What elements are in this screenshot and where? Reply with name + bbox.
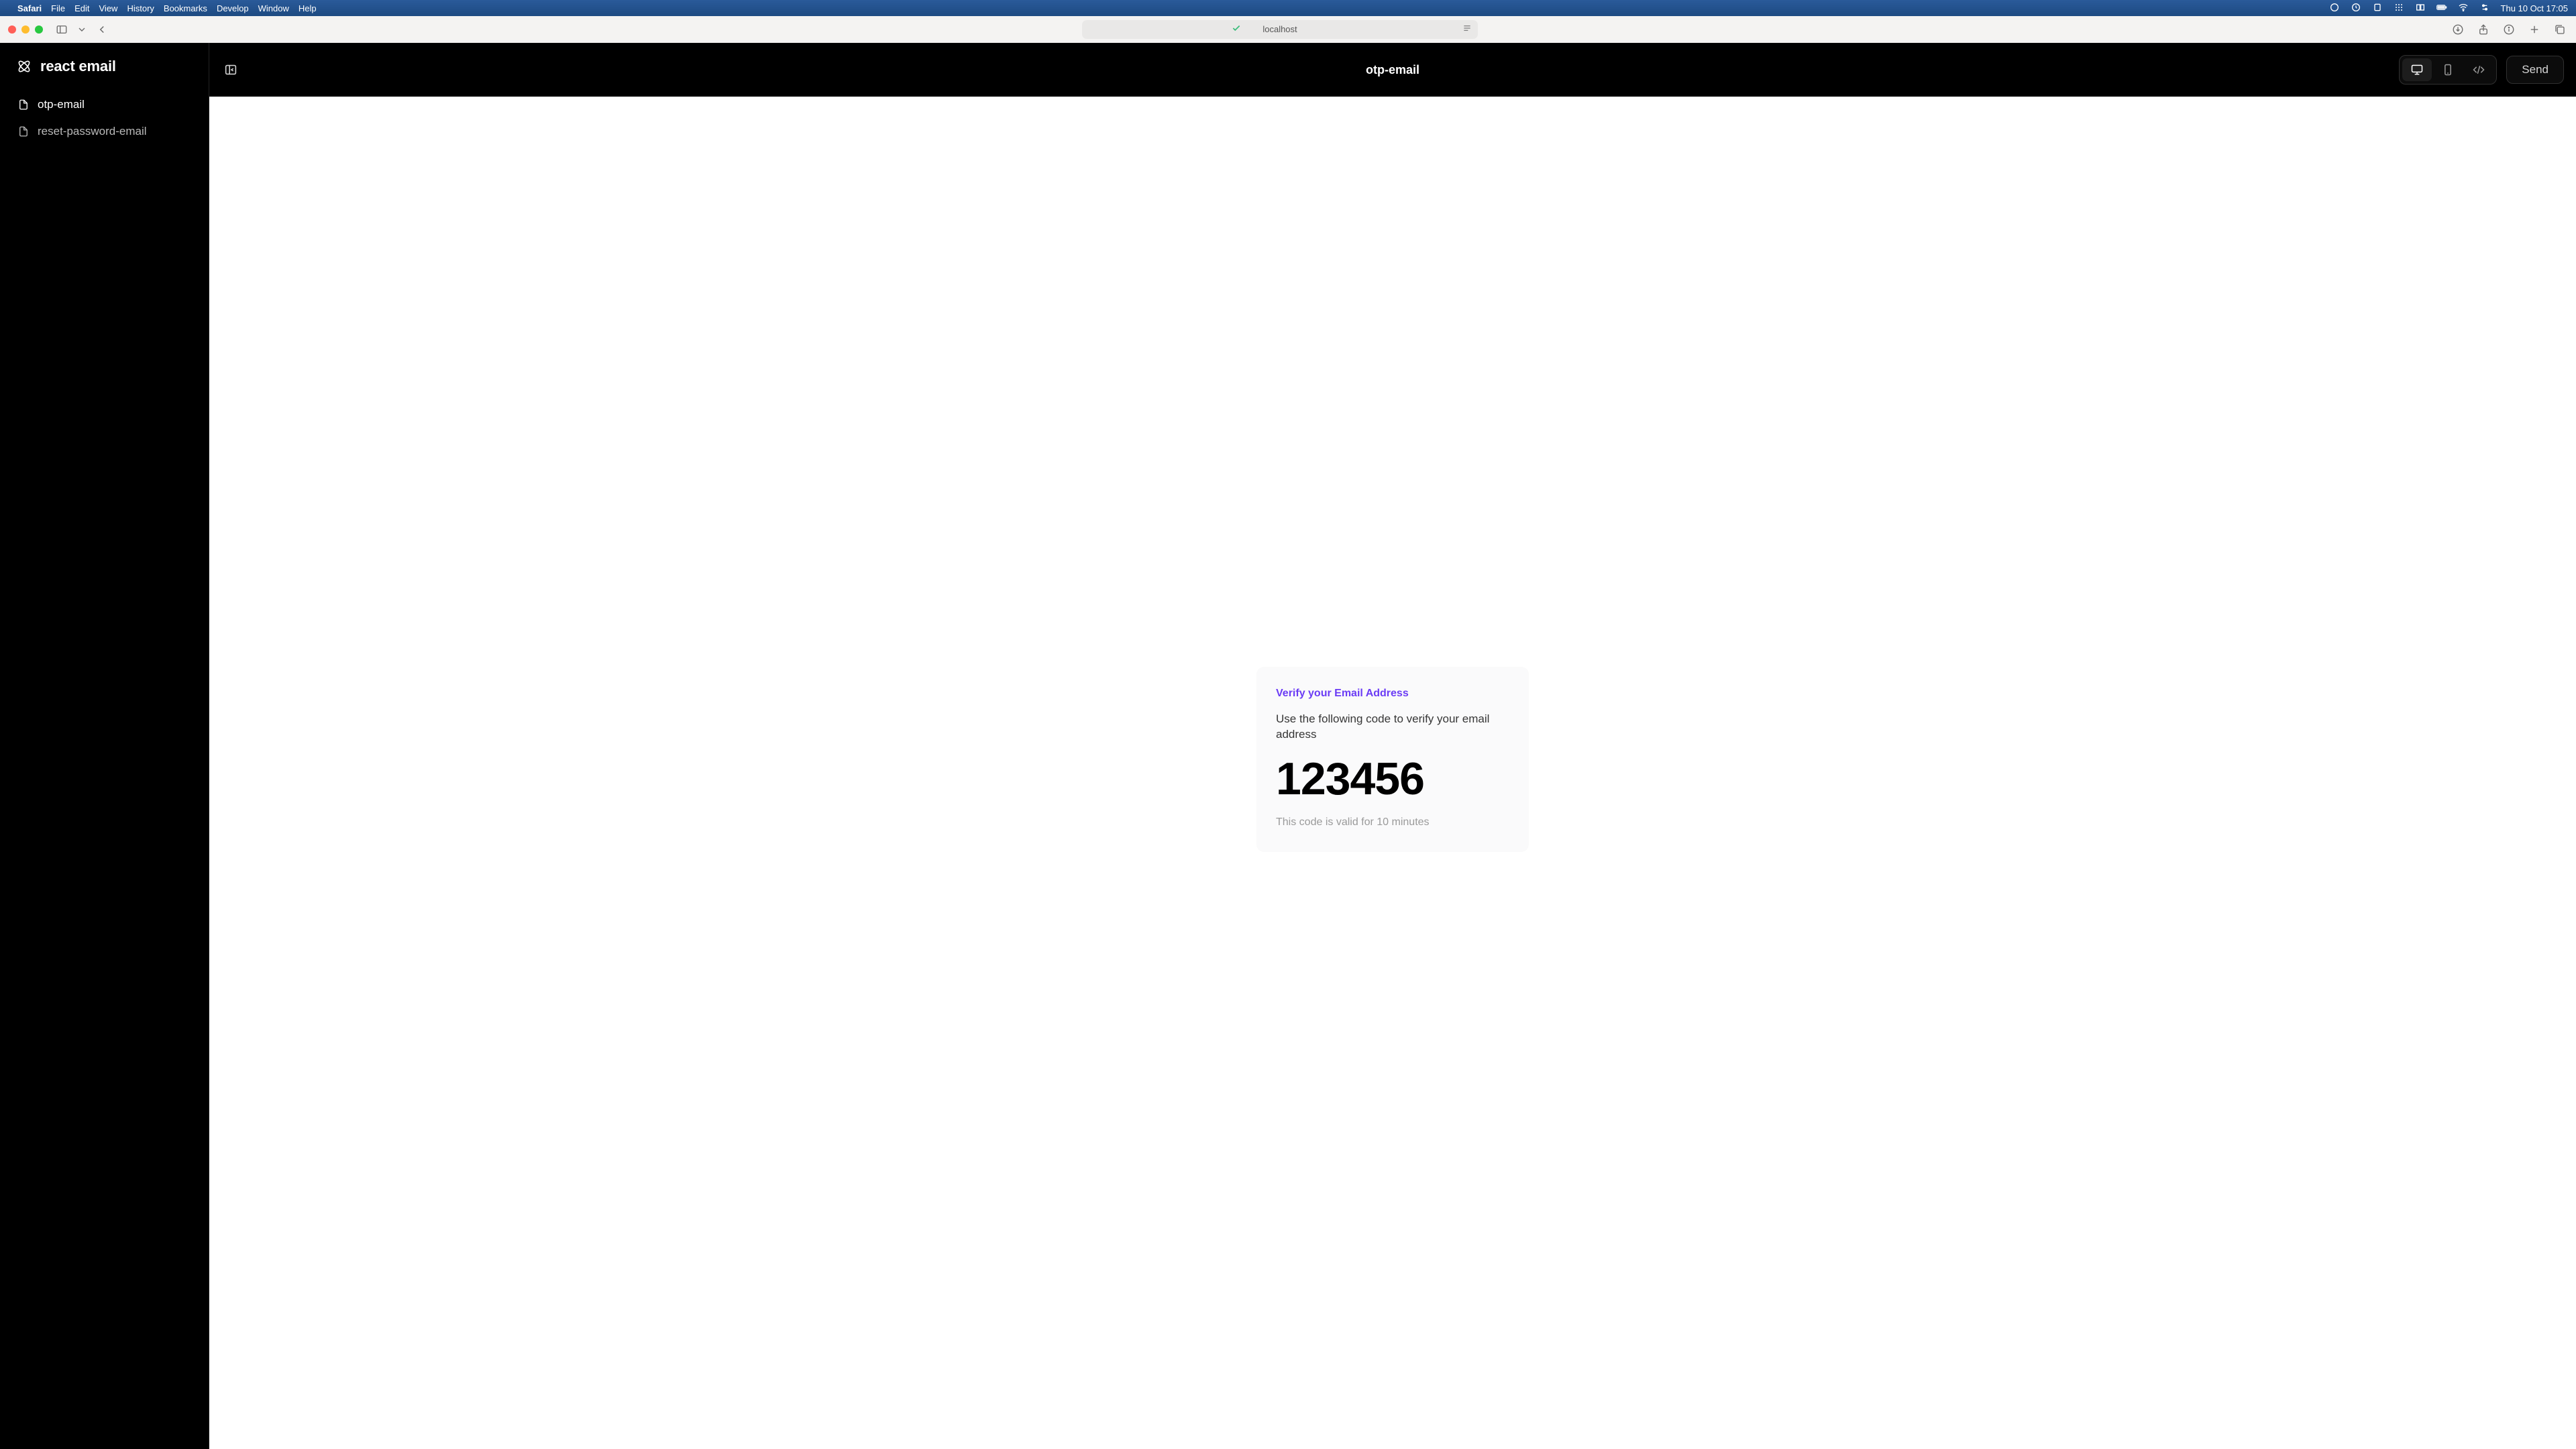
battery-icon[interactable] <box>2436 2 2447 15</box>
reader-mode-icon[interactable] <box>1462 23 1472 36</box>
control-center-icon[interactable] <box>2479 2 2490 15</box>
view-desktop-button[interactable] <box>2402 58 2432 81</box>
react-email-logo-icon <box>16 58 32 74</box>
site-lock-icon <box>1232 23 1241 35</box>
menubar-item-develop[interactable]: Develop <box>217 3 249 13</box>
macos-menubar: Safari File Edit View History Bookmarks … <box>0 0 2576 16</box>
window-minimize-button[interactable] <box>21 25 30 34</box>
downloads-button[interactable] <box>2450 21 2466 38</box>
menubar-item-help[interactable]: Help <box>299 3 317 13</box>
back-button[interactable] <box>94 21 110 38</box>
status-icon[interactable] <box>2415 2 2426 15</box>
sidebar-item-otp-email[interactable]: otp-email <box>7 93 202 117</box>
send-button-label: Send <box>2522 63 2548 76</box>
file-icon <box>17 99 30 111</box>
share-button[interactable] <box>2475 21 2491 38</box>
sidebar: react email otp-email reset-password-ema… <box>0 43 209 1449</box>
sidebar-toggle-button[interactable] <box>54 21 70 38</box>
email-card: Verify your Email Address Use the follow… <box>1257 667 1528 851</box>
tab-group-dropdown-button[interactable] <box>76 21 87 38</box>
menubar-item-bookmarks[interactable]: Bookmarks <box>164 3 207 13</box>
view-source-button[interactable] <box>2464 58 2493 81</box>
window-zoom-button[interactable] <box>35 25 43 34</box>
status-icon[interactable] <box>2394 2 2404 15</box>
email-otp-code: 123456 <box>1276 756 1509 802</box>
wifi-icon[interactable] <box>2458 2 2469 15</box>
sidebar-item-label: reset-password-email <box>38 125 147 138</box>
main-panel: otp-email Send <box>209 43 2576 1449</box>
email-heading: Verify your Email Address <box>1276 688 1509 700</box>
brand-text: react email <box>40 58 116 75</box>
menubar-item-edit[interactable]: Edit <box>74 3 89 13</box>
window-controls <box>8 25 43 34</box>
tab-overview-button[interactable] <box>2552 21 2568 38</box>
email-validity-note: This code is valid for 10 minutes <box>1276 816 1509 828</box>
status-icon[interactable] <box>2351 2 2361 15</box>
new-tab-button[interactable] <box>2526 21 2542 38</box>
status-icon[interactable] <box>2372 2 2383 15</box>
address-bar[interactable]: localhost <box>1082 20 1478 39</box>
sidebar-item-reset-password-email[interactable]: reset-password-email <box>7 119 202 144</box>
safari-toolbar: localhost <box>0 16 2576 43</box>
window-close-button[interactable] <box>8 25 16 34</box>
sidebar-list: otp-email reset-password-email <box>0 90 209 144</box>
collapse-sidebar-button[interactable] <box>221 60 240 79</box>
send-button[interactable]: Send <box>2506 56 2564 84</box>
preview-title: otp-email <box>1366 63 1419 77</box>
menubar-datetime[interactable]: Thu 10 Oct 17:05 <box>2501 3 2568 13</box>
menubar-app-name[interactable]: Safari <box>17 3 42 13</box>
page-info-button[interactable] <box>2501 21 2517 38</box>
preview-topbar: otp-email Send <box>209 43 2576 97</box>
menubar-item-file[interactable]: File <box>51 3 65 13</box>
menubar-item-view[interactable]: View <box>99 3 118 13</box>
sidebar-item-label: otp-email <box>38 98 85 111</box>
view-mobile-button[interactable] <box>2433 58 2463 81</box>
menubar-item-window[interactable]: Window <box>258 3 289 13</box>
address-bar-url: localhost <box>1263 24 1297 34</box>
preview-area: Verify your Email Address Use the follow… <box>209 97 2576 1449</box>
email-instruction: Use the following code to verify your em… <box>1276 712 1509 743</box>
view-toggle-group <box>2399 55 2497 85</box>
menubar-item-history[interactable]: History <box>127 3 154 13</box>
status-icon[interactable] <box>2329 2 2340 15</box>
brand[interactable]: react email <box>0 58 209 90</box>
app-root: react email otp-email reset-password-ema… <box>0 43 2576 1449</box>
file-icon <box>17 125 30 138</box>
